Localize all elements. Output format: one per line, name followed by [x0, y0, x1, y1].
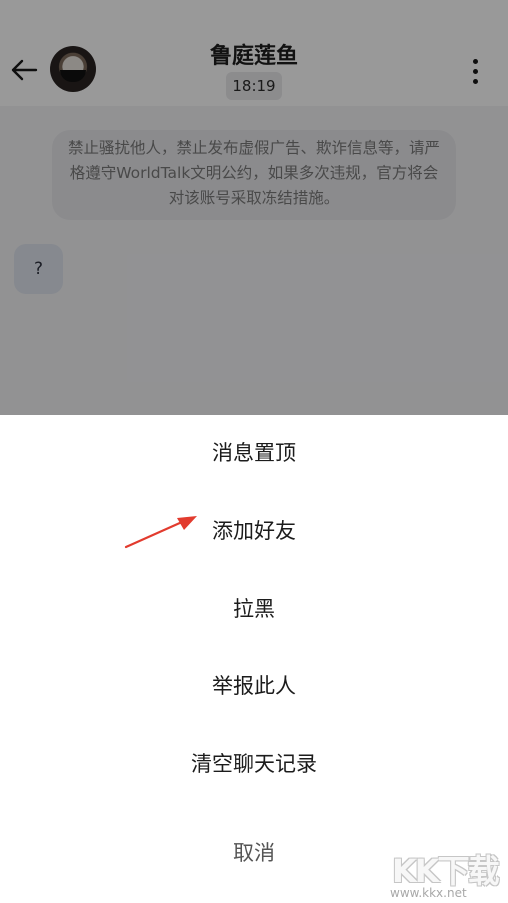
menu-item-pin-message[interactable]: 消息置顶: [0, 423, 508, 483]
menu-item-report[interactable]: 举报此人: [0, 656, 508, 716]
watermark-logo: KK下载 www.kkx.net: [384, 844, 508, 903]
action-sheet: 消息置顶 添加好友 拉黑 举报此人 清空聊天记录 取消: [0, 415, 508, 903]
red-arrow-annotation: [124, 516, 197, 549]
watermark-url: www.kkx.net: [390, 886, 467, 900]
menu-item-clear-history[interactable]: 清空聊天记录: [0, 734, 508, 794]
menu-item-block[interactable]: 拉黑: [0, 579, 508, 639]
dim-overlay[interactable]: [0, 0, 508, 415]
menu-item-add-friend[interactable]: 添加好友: [0, 501, 508, 561]
